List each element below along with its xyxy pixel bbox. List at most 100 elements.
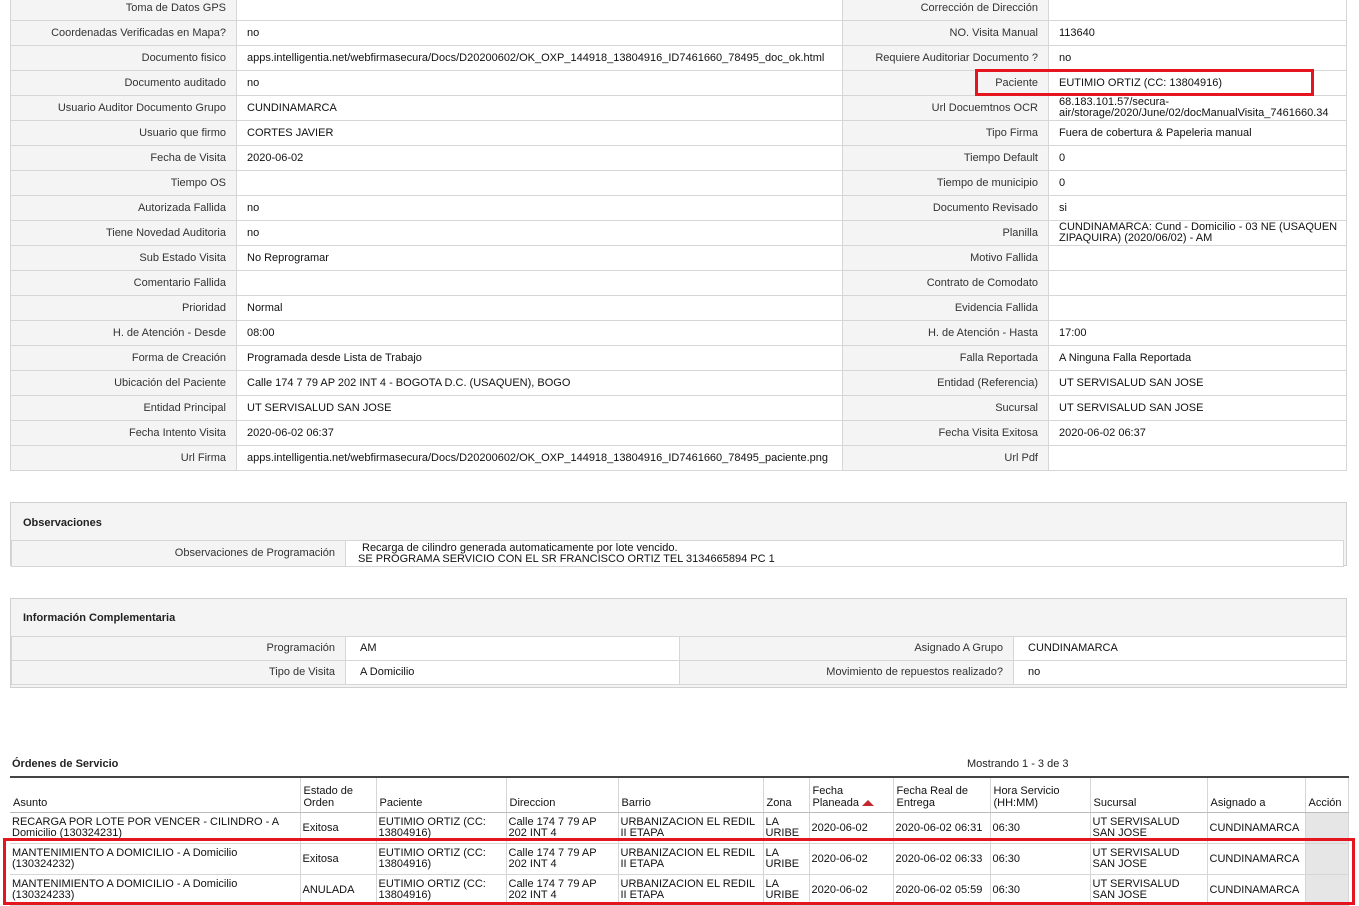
- col-fecha-planeada-label: Fecha Planeada: [812, 785, 860, 809]
- detail-row: Tiene Novedad Auditoria no Planilla CUNDINA…: [10, 220, 1347, 246]
- orden-cell-fecha-planeada: 2020-06-02: [809, 812, 894, 844]
- col-hora-servicio[interactable]: Hora Servicio (HH:MM): [990, 777, 1091, 813]
- detail-row: Fecha de Visita 2020-06-02 Tiempo Default 0: [10, 145, 1347, 171]
- detail-value: 2020-06-02 06:37: [1048, 420, 1347, 446]
- orden-row[interactable]: MANTENIMIENTO A DOMICILIO - A Domicilio …: [10, 874, 1349, 906]
- detail-value: 68.183.101.57/secura-air/storage/2020/Ju…: [1048, 95, 1347, 121]
- detail-value: CORTES JAVIER: [236, 120, 843, 146]
- orden-cell-asignado: CUNDINAMARCA: [1207, 812, 1306, 844]
- orden-cell-fecha-planeada: 2020-06-02: [809, 874, 894, 906]
- programacion-label: Programación: [11, 636, 346, 661]
- detail-value: Fuera de cobertura & Papeleria manual: [1048, 120, 1347, 146]
- detail-label: Tiempo de municipio: [842, 170, 1049, 196]
- detail-label: Tiempo OS: [10, 170, 237, 196]
- col-asunto[interactable]: Asunto: [10, 777, 301, 813]
- col-zona[interactable]: Zona: [763, 777, 810, 813]
- col-estado[interactable]: Estado de Orden: [300, 777, 377, 813]
- detail-label: Url Docuemtnos OCR: [842, 95, 1049, 121]
- detail-value: EUTIMIO ORTIZ (CC: 13804916): [1048, 70, 1347, 96]
- detail-label: Documento Revisado: [842, 195, 1049, 221]
- observaciones-line-2: SE PROGRAMA SERVICIO CON EL SR FRANCISCO…: [358, 552, 775, 565]
- tipo-visita-label: Tipo de Visita: [11, 660, 346, 685]
- orden-cell-direccion: Calle 174 7 79 AP 202 INT 4: [506, 843, 619, 875]
- observaciones-table: Observaciones de Programación Recarga de…: [11, 540, 1344, 567]
- orden-cell-hora: 06:30: [990, 874, 1091, 906]
- detail-label: Entidad (Referencia): [842, 370, 1049, 396]
- visit-details-body: Toma de Datos GPS Corrección de Dirección…: [10, 0, 1347, 471]
- ordenes-body: RECARGA POR LOTE POR VENCER - CILINDRO -…: [10, 812, 1349, 906]
- detail-label: Autorizada Fallida: [10, 195, 237, 221]
- detail-row: Coordenadas Verificadas en Mapa? no NO. Vi…: [10, 20, 1347, 46]
- detail-row: Usuario que firmo CORTES JAVIER Tipo Firma…: [10, 120, 1347, 146]
- col-asignado[interactable]: Asignado a: [1207, 777, 1306, 813]
- detail-row: Comentario Fallida Contrato de Comodato: [10, 270, 1347, 296]
- detail-value: CUNDINAMARCA: Cund - Domicilio - 03 NE (…: [1048, 220, 1347, 246]
- col-sucursal[interactable]: Sucursal: [1090, 777, 1208, 813]
- detail-label: Comentario Fallida: [10, 270, 237, 296]
- detail-value: 2020-06-02 06:37: [236, 420, 843, 446]
- orden-cell-asunto: RECARGA POR LOTE POR VENCER - CILINDRO -…: [10, 812, 301, 844]
- detail-label: H. de Atención - Hasta: [842, 320, 1049, 346]
- detail-label: Fecha Intento Visita: [10, 420, 237, 446]
- col-fecha-real[interactable]: Fecha Real de Entrega: [893, 777, 991, 813]
- detail-label: Url Pdf: [842, 445, 1049, 471]
- detail-label: Motivo Fallida: [842, 245, 1049, 271]
- orden-cell-asignado: CUNDINAMARCA: [1207, 874, 1306, 906]
- detail-value: 17:00: [1048, 320, 1347, 346]
- detail-value: no: [236, 20, 843, 46]
- detail-value: si: [1048, 195, 1347, 221]
- orden-cell-barrio: URBANIZACION EL REDIL II ETAPA: [618, 843, 764, 875]
- col-barrio[interactable]: Barrio: [618, 777, 764, 813]
- orden-row[interactable]: MANTENIMIENTO A DOMICILIO - A Domicilio …: [10, 843, 1349, 875]
- col-direccion[interactable]: Direccion: [506, 777, 619, 813]
- detail-label: Sub Estado Visita: [10, 245, 237, 271]
- col-paciente[interactable]: Paciente: [376, 777, 507, 813]
- detail-row: Autorizada Fallida no Documento Revisado si: [10, 195, 1347, 221]
- orden-cell-accion[interactable]: [1305, 874, 1349, 906]
- detail-label: Requiere Auditoriar Documento ?: [842, 45, 1049, 71]
- detail-row: Fecha Intento Visita 2020-06-02 06:37 Fech…: [10, 420, 1347, 446]
- observaciones-label: Observaciones de Programación: [11, 540, 346, 567]
- col-fecha-planeada[interactable]: Fecha Planeada: [809, 777, 894, 813]
- detail-label: NO. Visita Manual: [842, 20, 1049, 46]
- sort-ascending-icon[interactable]: [862, 800, 874, 807]
- detail-value: apps.intelligentia.net/webfirmasecura/Do…: [236, 445, 843, 471]
- detail-label: Planilla: [842, 220, 1049, 246]
- detail-value: 0: [1048, 170, 1347, 196]
- detail-label: Usuario Auditor Documento Grupo: [10, 95, 237, 121]
- info-complementaria-table: Programación AM Asignado A Grupo CUNDINA…: [11, 636, 1347, 685]
- detail-label: Coordenadas Verificadas en Mapa?: [10, 20, 237, 46]
- movimiento-repuestos-value: no: [1013, 660, 1347, 685]
- detail-value: 08:00: [236, 320, 843, 346]
- detail-value: [236, 0, 843, 21]
- detail-value: 0: [1048, 145, 1347, 171]
- detail-label: Evidencia Fallida: [842, 295, 1049, 321]
- orden-cell-accion[interactable]: [1305, 812, 1349, 844]
- detail-value: No Reprogramar: [236, 245, 843, 271]
- col-accion: Acción: [1305, 777, 1349, 813]
- orden-cell-accion[interactable]: [1305, 843, 1349, 875]
- asignado-grupo-value: CUNDINAMARCA: [1013, 636, 1347, 661]
- orden-cell-fecha-real: 2020-06-02 06:33: [893, 843, 991, 875]
- orden-cell-fecha-planeada: 2020-06-02: [809, 843, 894, 875]
- ordenes-table: Asunto Estado de Orden Paciente Direccio…: [10, 776, 1349, 906]
- orden-cell-hora: 06:30: [990, 812, 1091, 844]
- detail-value: no: [236, 220, 843, 246]
- detail-row: Url Firma apps.intelligentia.net/webfirma…: [10, 445, 1347, 471]
- ordenes-count: Mostrando 1 - 3 de 3: [967, 758, 1069, 770]
- orden-row[interactable]: RECARGA POR LOTE POR VENCER - CILINDRO -…: [10, 812, 1349, 844]
- observaciones-value: Recarga de cilindro generada automaticam…: [345, 540, 1344, 567]
- orden-cell-sucursal: UT SERVISALUD SAN JOSE: [1090, 843, 1208, 875]
- detail-value: [1048, 295, 1347, 321]
- detail-value: UT SERVISALUD SAN JOSE: [1048, 395, 1347, 421]
- orden-cell-asignado: CUNDINAMARCA: [1207, 843, 1306, 875]
- detail-label: Prioridad: [10, 295, 237, 321]
- detail-label: Contrato de Comodato: [842, 270, 1049, 296]
- detail-label: Fecha Visita Exitosa: [842, 420, 1049, 446]
- detail-row: Ubicación del Paciente Calle 174 7 79 AP …: [10, 370, 1347, 396]
- orden-cell-asunto: MANTENIMIENTO A DOMICILIO - A Domicilio …: [10, 843, 301, 875]
- info-complementaria-panel: Información Complementaria Programación …: [10, 598, 1347, 688]
- orden-cell-direccion: Calle 174 7 79 AP 202 INT 4: [506, 874, 619, 906]
- detail-row: Tiempo OS Tiempo de municipio 0: [10, 170, 1347, 196]
- detail-value: apps.intelligentia.net/webfirmasecura/Do…: [236, 45, 843, 71]
